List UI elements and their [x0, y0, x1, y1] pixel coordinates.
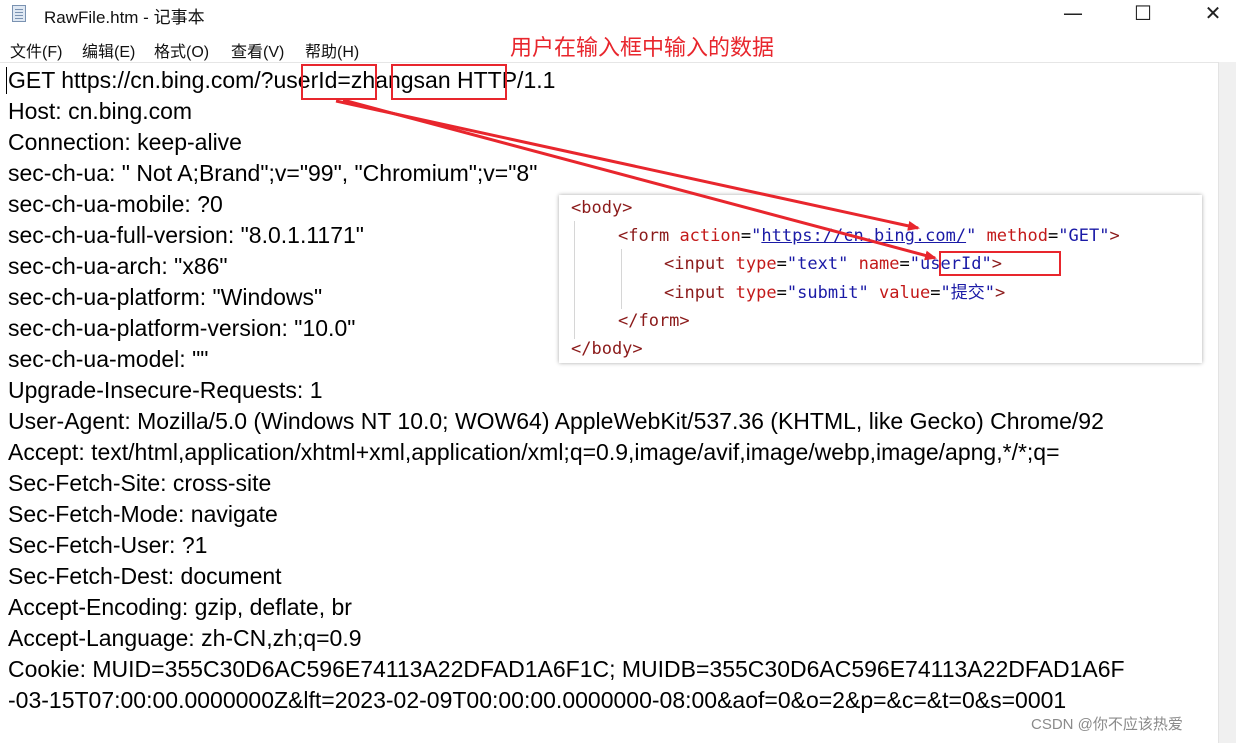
menu-file[interactable]: 文件(F)	[10, 38, 62, 62]
title-bar: RawFile.htm - 记事本 — ☐ ✕	[0, 0, 1236, 28]
indent-guide	[574, 221, 575, 339]
header-line: Cookie: MUID=355C30D6AC596E74113A22DFAD1…	[8, 656, 1125, 682]
header-line: Accept-Encoding: gzip, deflate, br	[8, 594, 352, 620]
maximize-button[interactable]: ☐	[1120, 0, 1166, 28]
header-line: sec-ch-ua-mobile: ?0	[8, 191, 223, 217]
form-action-link: https://cn.bing.com/	[761, 226, 967, 246]
annotation-text: 用户在输入框中输入的数据	[510, 35, 775, 60]
text-editor[interactable]: GET https://cn.bing.com/?userId=zhangsan…	[0, 62, 1218, 744]
menu-view[interactable]: 查看(V)	[231, 38, 284, 62]
request-prefix: GET https://cn.bing.com/?	[8, 67, 274, 93]
header-line: sec-ch-ua-platform-version: "10.0"	[8, 315, 356, 341]
highlight-name-attr	[939, 251, 1061, 276]
header-line: Sec-Fetch-Mode: navigate	[8, 501, 278, 527]
header-line: Sec-Fetch-Dest: document	[8, 563, 282, 589]
menu-help[interactable]: 帮助(H)	[305, 38, 359, 62]
header-line: Sec-Fetch-User: ?1	[8, 532, 208, 558]
header-line: Sec-Fetch-Site: cross-site	[8, 470, 272, 496]
header-line: -03-15T07:00:00.0000000Z&lft=2023-02-09T…	[8, 687, 1067, 713]
header-line: Accept: text/html,application/xhtml+xml,…	[8, 439, 1060, 465]
header-line: sec-ch-ua-full-version: "8.0.1.1171"	[8, 222, 364, 248]
header-line: Connection: keep-alive	[8, 129, 242, 155]
highlight-param-name	[301, 64, 377, 100]
header-line: sec-ch-ua: " Not A;Brand";v="99", "Chrom…	[8, 160, 538, 186]
notepad-icon	[12, 5, 26, 22]
code-body-open: <body>	[571, 198, 633, 218]
code-form-close: </form>	[618, 311, 690, 331]
code-form-open: <form action="https://cn.bing.com/" meth…	[618, 226, 1120, 246]
header-line: Accept-Language: zh-CN,zh;q=0.9	[8, 625, 362, 651]
menu-format[interactable]: 格式(O)	[154, 38, 209, 62]
header-line: sec-ch-ua-model: ""	[8, 346, 209, 372]
code-body-close: </body>	[571, 339, 643, 359]
text-caret	[6, 67, 7, 94]
window-title: RawFile.htm - 记事本	[44, 8, 205, 27]
code-input-submit: <input type="submit" value="提交">	[664, 283, 1006, 303]
menu-edit[interactable]: 编辑(E)	[82, 38, 135, 62]
header-line: Host: cn.bing.com	[8, 98, 193, 124]
indent-guide	[621, 249, 622, 309]
watermark: CSDN @你不应该热爱	[1031, 716, 1183, 733]
header-line: Upgrade-Insecure-Requests: 1	[8, 377, 323, 403]
header-line: User-Agent: Mozilla/5.0 (Windows NT 10.0…	[8, 408, 1104, 434]
header-line: sec-ch-ua-platform: "Windows"	[8, 284, 323, 310]
header-line: sec-ch-ua-arch: "x86"	[8, 253, 228, 279]
vertical-scrollbar[interactable]	[1218, 62, 1236, 743]
html-code-snippet: <body> <form action="https://cn.bing.com…	[559, 195, 1202, 363]
minimize-button[interactable]: —	[1050, 0, 1096, 28]
close-button[interactable]: ✕	[1190, 0, 1236, 28]
highlight-param-value	[391, 64, 507, 100]
